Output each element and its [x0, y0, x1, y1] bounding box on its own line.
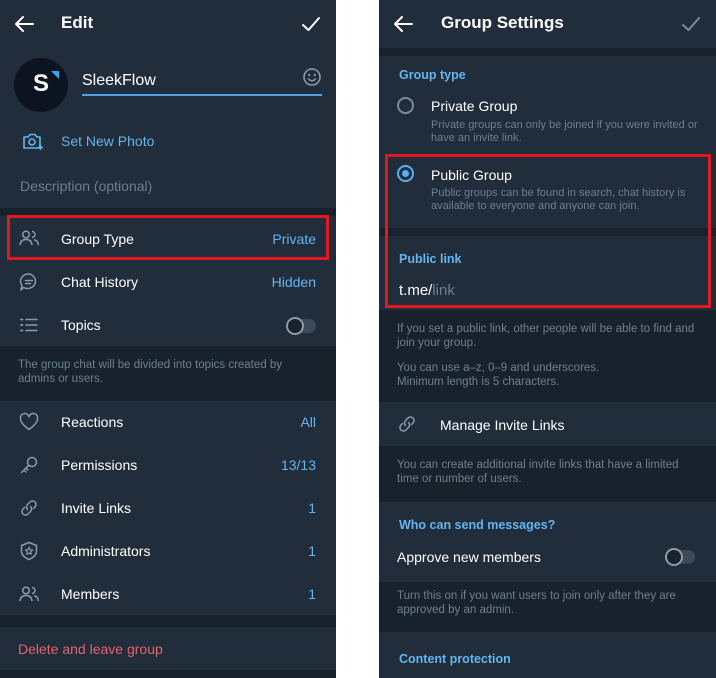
toggle-knob	[286, 317, 304, 335]
link-rules-note: You can use a–z, 0–9 and underscores. Mi…	[397, 362, 600, 388]
administrators-row[interactable]: Administrators 1	[0, 529, 336, 572]
group-type-heading: Group type	[399, 68, 466, 82]
who-can-send-heading: Who can send messages?	[399, 518, 556, 532]
set-photo-button[interactable]: Set New Photo	[0, 125, 336, 157]
administrators-value: 1	[308, 543, 316, 559]
delete-leave-group-button[interactable]: Delete and leave group	[18, 641, 163, 657]
private-group-desc: Private groups can only be joined if you…	[431, 119, 698, 144]
chat-history-row[interactable]: Chat History Hidden	[0, 260, 336, 304]
avatar-accent-mark	[51, 71, 59, 79]
permissions-row[interactable]: Permissions 13/13	[0, 443, 336, 486]
private-group-radio[interactable]	[397, 97, 414, 114]
private-group-title: Private Group	[431, 98, 518, 114]
group-avatar[interactable]: S	[14, 58, 68, 112]
group-settings-header: Group Settings	[379, 0, 716, 48]
page-title: Edit	[61, 13, 94, 32]
manage-invite-links-label: Manage Invite Links	[440, 417, 565, 433]
permissions-label: Permissions	[61, 457, 138, 473]
reactions-label: Reactions	[61, 414, 124, 430]
set-photo-label: Set New Photo	[61, 133, 155, 149]
emoji-icon[interactable]	[302, 67, 322, 87]
save-check-icon[interactable]	[680, 14, 702, 34]
group-name-value: SleekFlow	[82, 72, 156, 89]
approve-members-note: Turn this on if you want users to join o…	[397, 590, 676, 616]
topics-row[interactable]: Topics	[0, 304, 336, 346]
list-icon	[20, 318, 38, 332]
members-value: 1	[308, 586, 316, 602]
group-settings-screen: Group Settings Group type Private Group …	[379, 0, 716, 678]
approve-members-toggle[interactable]	[665, 548, 695, 566]
link-icon	[21, 500, 37, 516]
back-arrow-icon[interactable]	[13, 14, 35, 34]
permissions-value: 13/13	[280, 457, 316, 473]
reactions-row[interactable]: Reactions All	[0, 401, 336, 443]
topics-note: The group chat will be divided into topi…	[18, 359, 283, 385]
topics-toggle[interactable]	[286, 317, 316, 335]
public-link-note: If you set a public link, other people w…	[397, 323, 695, 349]
chat-history-value: Hidden	[271, 274, 316, 290]
link-icon	[399, 416, 415, 432]
invite-links-label: Invite Links	[61, 500, 132, 516]
content-protection-heading: Content protection	[399, 652, 511, 666]
reactions-value: All	[300, 414, 316, 430]
camera-add-icon	[23, 133, 43, 150]
invite-links-row[interactable]: Invite Links 1	[0, 486, 336, 529]
members-row[interactable]: Members 1	[0, 572, 336, 615]
description-input[interactable]: Description (optional)	[20, 178, 152, 194]
chat-history-label: Chat History	[61, 274, 139, 290]
back-arrow-icon[interactable]	[392, 14, 414, 34]
edit-header: Edit	[0, 0, 336, 48]
public-group-highlight	[385, 154, 711, 308]
chat-bubble-icon	[19, 273, 37, 291]
members-label: Members	[61, 586, 120, 602]
save-check-icon[interactable]	[300, 14, 322, 34]
group-type-highlight	[7, 215, 329, 260]
key-icon	[20, 456, 38, 474]
approve-members-label: Approve new members	[397, 549, 541, 565]
approve-members-row[interactable]: Approve new members	[379, 540, 716, 576]
manage-links-note: You can create additional invite links t…	[397, 459, 679, 485]
invite-links-value: 1	[308, 500, 316, 516]
private-group-option[interactable]: Private Group Private groups can only be…	[379, 90, 716, 152]
edit-screen: Edit S SleekFlow Set New Photo Descripti…	[0, 0, 336, 678]
manage-invite-links-button[interactable]: Manage Invite Links	[379, 402, 716, 446]
page-title: Group Settings	[441, 13, 564, 32]
star-shield-icon	[20, 541, 38, 561]
avatar-letter: S	[32, 70, 49, 97]
administrators-label: Administrators	[61, 543, 151, 559]
group-name-input[interactable]: SleekFlow	[82, 68, 322, 96]
topics-label: Topics	[61, 317, 101, 333]
people-icon	[19, 586, 40, 602]
heart-icon	[19, 412, 39, 431]
toggle-knob	[665, 548, 683, 566]
